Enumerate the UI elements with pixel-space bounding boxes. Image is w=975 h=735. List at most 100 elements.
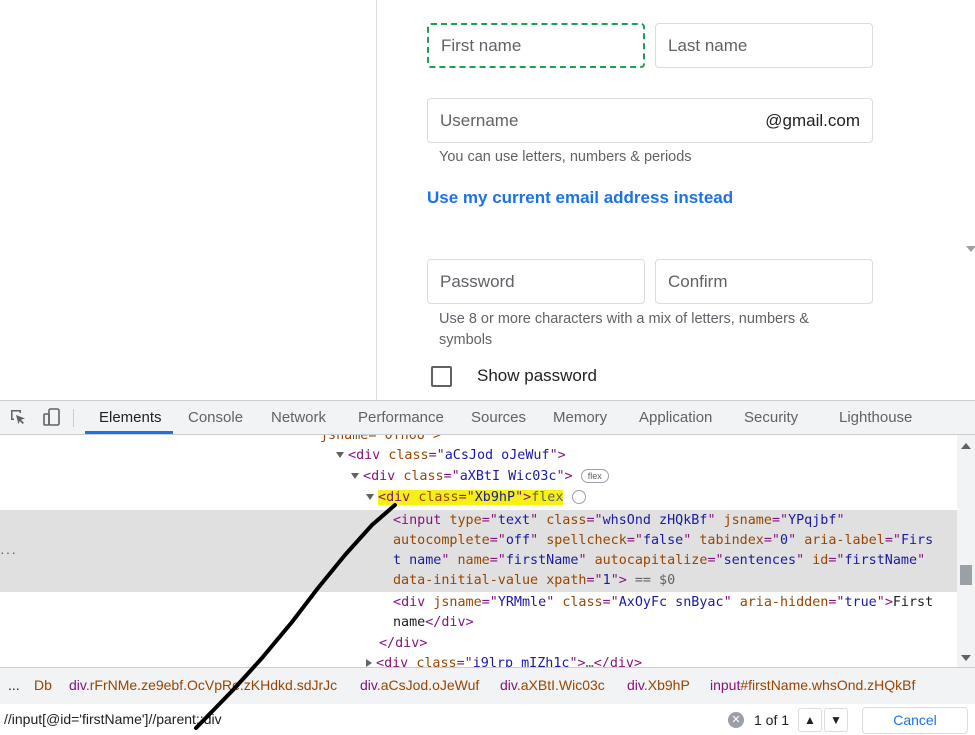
flex-badge[interactable]: flex <box>580 469 609 483</box>
dom-tree-scrollbar[interactable] <box>957 435 975 667</box>
dom-search-bar: ✕ 1 of 1 ▲ ▼ Cancel <box>0 704 975 735</box>
attr-name[interactable]: type <box>449 513 481 528</box>
elements-dom-tree[interactable]: ··· jsname="OYn6U"> <div class="aCsJod o… <box>0 435 957 667</box>
breadcrumb: ... Db div.rFrNMe.ze9ebf.OcVpRe.zKHdkd.s… <box>0 667 975 705</box>
attr-value[interactable]: whsOnd zHQkBf <box>603 513 708 528</box>
attr-value[interactable]: YRMmle <box>498 595 546 610</box>
page-divider <box>376 0 377 400</box>
clear-search-icon[interactable]: ✕ <box>728 712 744 728</box>
password-hint-line1: Use 8 or more characters with a mix of l… <box>439 311 809 327</box>
attr-name[interactable]: autocapitalize <box>595 553 708 568</box>
breadcrumb-overflow[interactable]: ... <box>8 677 20 693</box>
devtools-tabbar: Elements Console Network Performance Sou… <box>0 401 975 435</box>
tab-memory[interactable]: Memory <box>553 409 607 426</box>
username-hint: You can use letters, numbers & periods <box>439 149 692 165</box>
attr-name[interactable]: id <box>812 553 828 568</box>
tab-sources[interactable]: Sources <box>471 409 526 426</box>
tab-console[interactable]: Console <box>188 409 243 426</box>
attr-name[interactable]: aria-label <box>804 533 885 548</box>
attr-value[interactable]: AxOyFc snByac <box>619 595 724 610</box>
attr-name[interactable]: jsname <box>433 595 481 610</box>
attr-name[interactable]: xpath <box>546 573 586 588</box>
flex-overlay-toggle-icon[interactable] <box>571 490 586 504</box>
inspect-element-icon[interactable] <box>8 407 28 427</box>
page-scroll-down-icon[interactable] <box>966 246 975 252</box>
search-match-count: 1 of 1 <box>754 712 790 728</box>
dom-line-input-2[interactable]: autocomplete="off" spellcheck="false" ta… <box>393 531 933 551</box>
expand-triangle-icon[interactable] <box>351 473 359 479</box>
attr-value[interactable]: text <box>498 513 530 528</box>
device-toolbar-icon[interactable] <box>42 407 62 427</box>
breadcrumb-item-current[interactable]: input#firstName.whsOnd.zHQkBf <box>710 677 915 693</box>
attr-name[interactable]: name <box>458 553 490 568</box>
username-placeholder: Username <box>440 110 519 130</box>
dom-line-div-text[interactable]: name</div> <box>393 613 474 633</box>
tab-performance[interactable]: Performance <box>358 409 444 426</box>
next-match-button[interactable]: ▼ <box>824 708 848 732</box>
breadcrumb-item[interactable]: Db <box>34 677 52 693</box>
attr-value[interactable]: off <box>506 533 530 548</box>
active-tab-indicator <box>85 431 173 434</box>
attr-value[interactable]: YPqjbf <box>788 513 836 528</box>
attr-name[interactable]: data-initial-value <box>393 573 538 588</box>
dom-line-input-3[interactable]: t name" name="firstName" autocapitalize=… <box>393 551 925 571</box>
scroll-down-icon[interactable] <box>961 655 971 661</box>
gmail-suffix: @gmail.com <box>765 110 860 130</box>
show-password-label: Show password <box>477 366 598 385</box>
attr-value[interactable]: false <box>643 533 683 548</box>
last-name-field[interactable]: Last name <box>655 23 873 68</box>
dom-line-i9lrp[interactable]: <div class="i9lrp mIZh1c">…</div> <box>366 654 642 667</box>
password-hint: Use 8 or more characters with a mix of l… <box>439 309 809 351</box>
dom-line-xb9hp[interactable]: <div class="Xb9hP">flex <box>366 488 586 508</box>
signup-page: First name Last name Username @gmail.com… <box>0 0 975 400</box>
xpath-search-input[interactable] <box>4 708 754 730</box>
breadcrumb-item[interactable]: div.Xb9hP <box>627 677 690 693</box>
attr-name[interactable]: class <box>562 595 602 610</box>
dom-line-jsname[interactable]: jsname="OYn6U"> <box>320 435 441 446</box>
dom-line-div-yrmmle[interactable]: <div jsname="YRMmle" class="AxOyFc snBya… <box>393 593 933 613</box>
username-field[interactable]: Username @gmail.com <box>427 98 873 143</box>
confirm-password-field[interactable]: Confirm <box>655 259 873 304</box>
password-field[interactable]: Password <box>427 259 645 304</box>
use-current-email-link[interactable]: Use my current email address instead <box>427 188 733 208</box>
attr-value[interactable]: Firs <box>901 533 933 548</box>
breadcrumb-item[interactable]: div.rFrNMe.ze9ebf.OcVpRe.zKHdkd.sdJrJc <box>69 677 337 693</box>
dom-line-acsjod[interactable]: <div class="aCsJod oJeWuf"> <box>336 446 566 466</box>
dom-line-close-div[interactable]: </div> <box>379 634 427 654</box>
attr-name[interactable]: class <box>546 513 586 528</box>
attr-name[interactable]: aria-hidden <box>740 595 829 610</box>
tab-separator <box>73 409 74 427</box>
attr-name[interactable]: tabindex <box>699 533 764 548</box>
expand-triangle-icon[interactable] <box>366 494 374 500</box>
first-name-field[interactable]: First name <box>427 23 645 68</box>
show-password-checkbox[interactable] <box>431 366 452 387</box>
attr-name[interactable]: spellcheck <box>546 533 627 548</box>
attr-value[interactable]: true <box>845 595 877 610</box>
password-placeholder: Password <box>440 271 515 291</box>
breadcrumb-item[interactable]: div.aXBtI.Wic03c <box>500 677 605 693</box>
dom-line-axbti[interactable]: <div class="aXBtI Wic03c"> flex <box>351 467 609 487</box>
attr-value[interactable]: 1 <box>603 573 611 588</box>
attr-name[interactable]: autocomplete <box>393 533 490 548</box>
attr-value[interactable]: firstName <box>845 553 918 568</box>
dom-line-input-4[interactable]: data-initial-value xpath="1"> == $0 <box>393 571 675 591</box>
confirm-placeholder: Confirm <box>668 271 728 291</box>
collapse-triangle-icon[interactable] <box>366 659 372 667</box>
cancel-search-button[interactable]: Cancel <box>862 707 968 734</box>
expand-triangle-icon[interactable] <box>336 452 344 458</box>
attr-name[interactable]: jsname <box>724 513 772 528</box>
scrollbar-thumb[interactable] <box>960 565 972 585</box>
tab-application[interactable]: Application <box>639 409 712 426</box>
scroll-up-icon[interactable] <box>961 443 971 449</box>
tab-elements[interactable]: Elements <box>99 409 162 426</box>
attr-value[interactable]: firstName <box>506 553 579 568</box>
node-actions-icon[interactable]: ··· <box>0 544 17 560</box>
previous-match-button[interactable]: ▲ <box>798 708 822 732</box>
attr-value[interactable]: sentences <box>724 553 797 568</box>
dom-line-input-1[interactable]: <input type="text" class="whsOnd zHQkBf"… <box>393 511 845 531</box>
tab-network[interactable]: Network <box>271 409 326 426</box>
tab-lighthouse[interactable]: Lighthouse <box>839 409 912 426</box>
tab-security[interactable]: Security <box>744 409 798 426</box>
attr-value[interactable]: 0 <box>780 533 788 548</box>
breadcrumb-item[interactable]: div.aCsJod.oJeWuf <box>360 677 479 693</box>
